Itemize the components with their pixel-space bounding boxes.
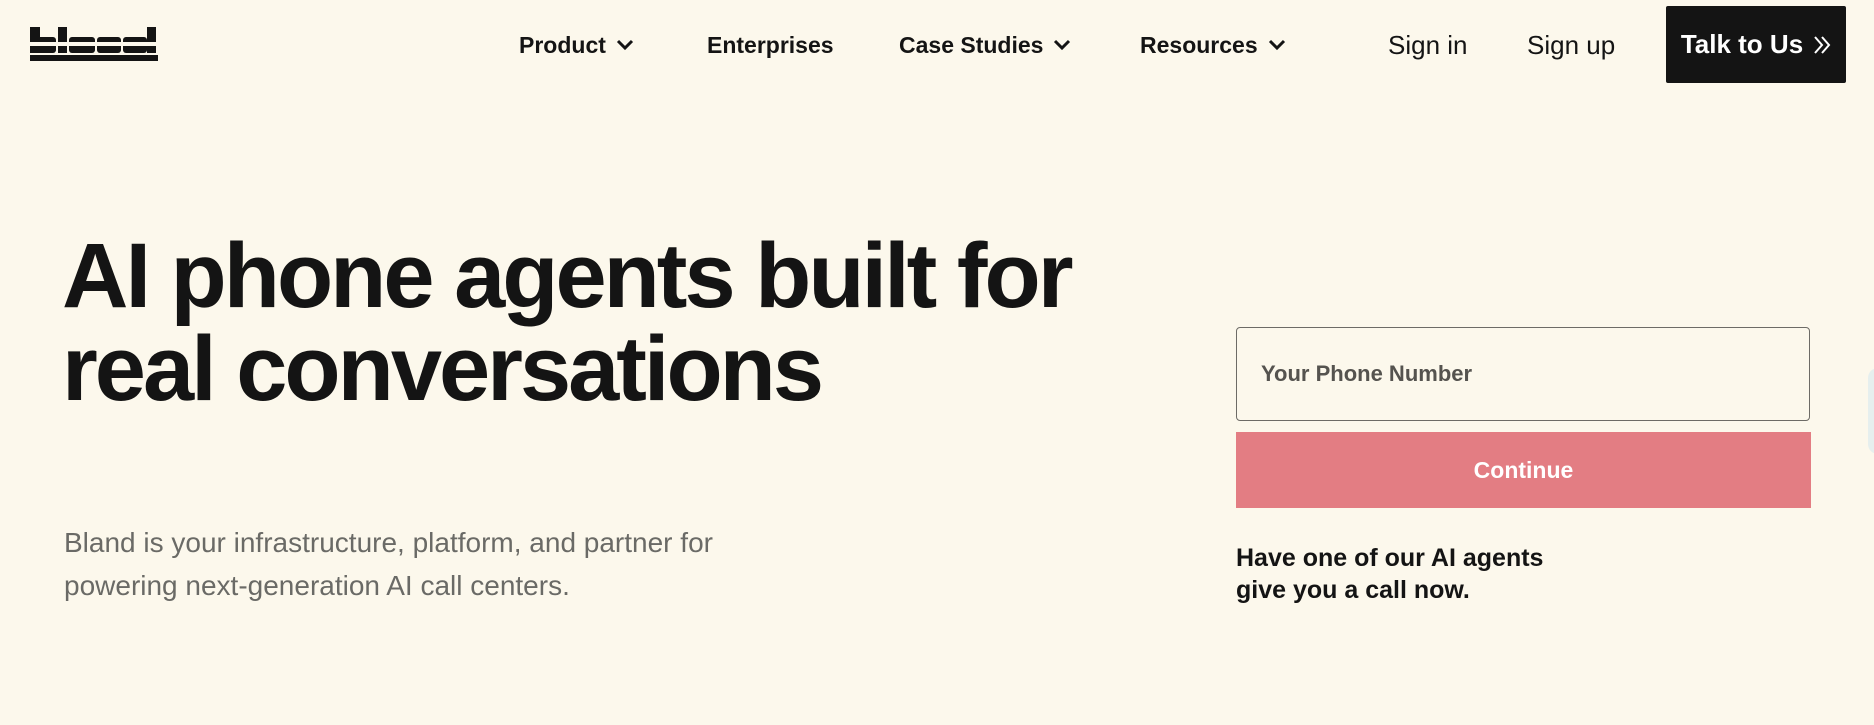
hero-headline: AI phone agents built for real conversat… [62,230,1112,416]
chevron-down-icon [616,39,634,51]
call-note: Have one of our AI agents give you a cal… [1236,542,1596,606]
hero-subtext-line2: powering next-generation AI call centers… [64,570,570,601]
talk-to-us-button[interactable]: Talk to Us [1666,6,1846,83]
phone-number-input[interactable] [1236,327,1810,421]
chevron-down-icon [1268,39,1286,51]
hero-subtext: Bland is your infrastructure, platform, … [64,521,784,607]
bland-logo-mark [30,27,158,61]
nav-enterprises[interactable]: Enterprises [707,30,834,60]
hero-headline-line1: AI phone agents built for [62,225,1074,327]
nav-enterprises-label: Enterprises [707,31,834,58]
sign-in-link[interactable]: Sign in [1388,28,1468,62]
hero-headline-line2: real conversations [62,318,824,420]
nav-product-label: Product [519,31,606,58]
sign-up-link[interactable]: Sign up [1527,28,1615,62]
hero-subtext-line1: Bland is your infrastructure, platform, … [64,527,713,558]
side-widget-tab[interactable] [1868,368,1874,454]
bland-logo[interactable] [30,27,158,61]
nav-resources-label: Resources [1140,31,1258,58]
nav-product[interactable]: Product [519,30,634,60]
nav-case-studies-label: Case Studies [899,31,1044,58]
talk-to-us-label: Talk to Us [1680,29,1804,59]
call-note-line2: give you a call now. [1236,576,1470,604]
continue-button[interactable]: Continue [1236,432,1811,508]
chevron-down-icon [1053,39,1071,51]
double-chevron-right-icon [1813,34,1831,56]
nav-case-studies[interactable]: Case Studies [899,30,1071,60]
call-note-line1: Have one of our AI agents [1236,544,1544,572]
nav-resources[interactable]: Resources [1140,30,1286,60]
